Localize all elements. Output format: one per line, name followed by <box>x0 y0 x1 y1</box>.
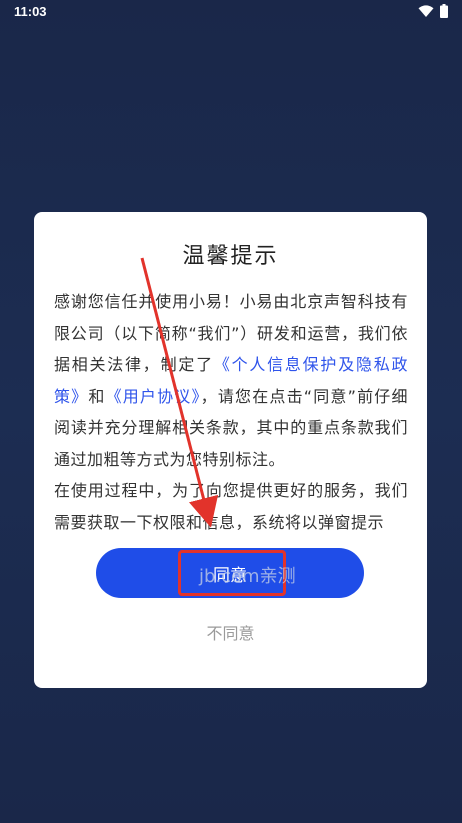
dialog-title: 温馨提示 <box>182 244 279 269</box>
status-bar: 11:03 <box>0 0 462 24</box>
user-agreement-link[interactable]: 《用户协议》 <box>106 387 201 406</box>
battery-icon <box>440 4 448 22</box>
wifi-icon <box>418 4 434 22</box>
permission-paragraph: 在使用过程中，为了向您提供更好的服务，我们需要获取一下权限和信息，系统将以弹窗提… <box>54 481 408 532</box>
consent-paragraph: 感谢您信任并使用小易！小易由北京声智科技有限公司（以下简称“我们”）研发和运营，… <box>54 286 408 475</box>
consent-dialog: 温馨提示 感谢您信任并使用小易！小易由北京声智科技有限公司（以下简称“我们”）研… <box>34 212 427 688</box>
status-time: 11:03 <box>14 4 47 19</box>
disagree-button[interactable]: 不同意 <box>34 620 427 644</box>
dialog-body[interactable]: 感谢您信任并使用小易！小易由北京声智科技有限公司（以下简称“我们”）研发和运营，… <box>54 286 408 532</box>
status-icons <box>418 4 448 22</box>
and-text: 和 <box>88 386 106 406</box>
annotation-highlight-box <box>178 550 286 596</box>
